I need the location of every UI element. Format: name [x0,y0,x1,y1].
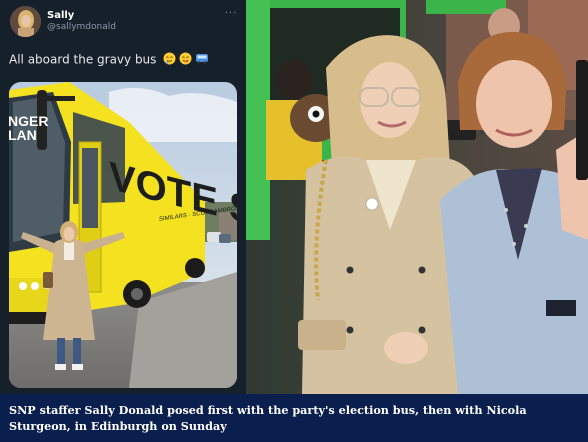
avatar[interactable] [10,6,41,37]
tweet-body: All aboard the gravy bus [9,52,157,67]
yum-face-icon [179,52,192,68]
photo-caption: SNP staffer Sally Donald posed first wit… [0,394,588,442]
tweet-media-photo[interactable]: VOTE SNP SIMILARS · SCOTT AMBROSE · COLL… [9,82,237,388]
drooling-face-icon [163,52,176,68]
bus-photo: VOTE SNP SIMILARS · SCOTT AMBROSE · COLL… [9,82,237,388]
selfie-photo [246,0,588,394]
bus-icon [195,52,209,68]
tweet-card: Sally @sallymdonald ··· All aboard the g… [0,0,246,394]
tweet-author-handle[interactable]: @sallymdonald [47,22,116,32]
more-options-icon[interactable]: ··· [223,8,239,20]
selfie-image [246,0,588,394]
tweet-author-name[interactable]: Sally [47,10,74,21]
tweet-text: All aboard the gravy bus [9,52,209,68]
avatar-image [10,6,41,37]
svg-text:LAN: LAN [9,127,37,143]
